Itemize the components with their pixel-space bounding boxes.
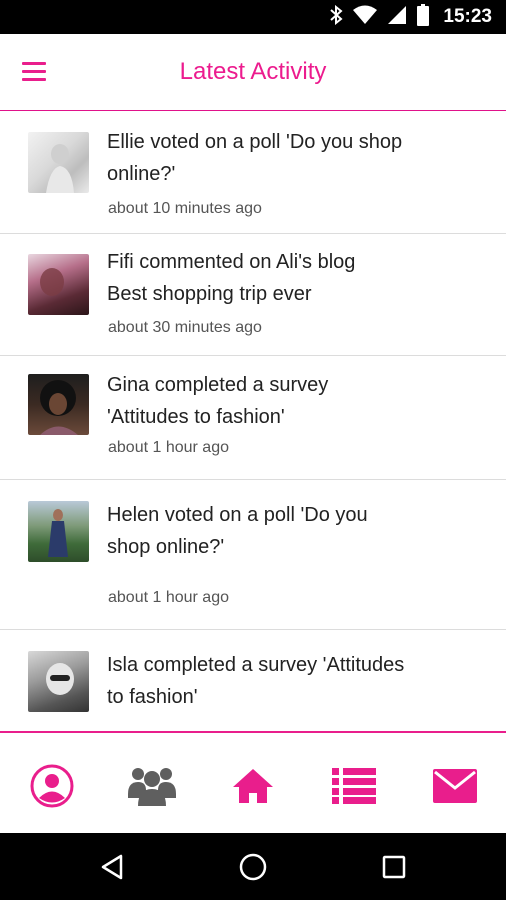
- activity-line: Best shopping trip ever: [107, 283, 312, 305]
- timestamp: about 1 hour ago: [108, 589, 229, 606]
- bottom-nav: [0, 731, 506, 835]
- wifi-icon: [353, 5, 378, 30]
- activity-line: Ellie voted on a poll 'Do you shop: [107, 131, 403, 153]
- avatar: [28, 374, 89, 435]
- list-item[interactable]: Ellie voted on a poll 'Do you shop onlin…: [0, 111, 506, 234]
- timestamp: about 1 hour ago: [108, 439, 229, 456]
- home-circle-icon[interactable]: [237, 851, 269, 883]
- avatar: [28, 501, 89, 562]
- status-time: 15:23: [443, 6, 492, 27]
- timestamp: about 30 minutes ago: [108, 319, 262, 336]
- app-header: Latest Activity: [0, 34, 506, 111]
- activity-line: Helen voted on a poll 'Do you: [107, 504, 368, 526]
- activity-text: Isla completed a survey 'Attitudes to fa…: [107, 649, 467, 713]
- recents-icon[interactable]: [378, 851, 410, 883]
- timestamp: about 10 minutes ago: [108, 200, 262, 217]
- home-icon[interactable]: [228, 761, 278, 811]
- avatar: [28, 132, 89, 193]
- activity-line: 'Attitudes to fashion': [107, 406, 285, 428]
- activity-text: Fifi commented on Ali's blog Best shoppi…: [107, 246, 467, 310]
- activity-text: Helen voted on a poll 'Do you shop onlin…: [107, 499, 467, 563]
- profile-icon[interactable]: [27, 761, 77, 811]
- group-icon[interactable]: [127, 761, 177, 811]
- activity-line: online?': [107, 163, 176, 185]
- activity-text: Gina completed a survey 'Attitudes to fa…: [107, 369, 467, 433]
- back-icon[interactable]: [97, 851, 129, 883]
- list-item[interactable]: Isla completed a survey 'Attitudes to fa…: [0, 629, 506, 731]
- activity-line: Isla completed a survey 'Attitudes: [107, 654, 405, 676]
- list-item[interactable]: Gina completed a survey 'Attitudes to fa…: [0, 355, 506, 480]
- avatar: [28, 254, 89, 315]
- list-item[interactable]: Fifi commented on Ali's blog Best shoppi…: [0, 233, 506, 356]
- mail-icon[interactable]: [430, 761, 480, 811]
- activity-line: Gina completed a survey: [107, 374, 329, 396]
- signal-icon: [387, 5, 407, 30]
- list-item[interactable]: Helen voted on a poll 'Do you shop onlin…: [0, 479, 506, 630]
- page-title: Latest Activity: [179, 58, 327, 85]
- bluetooth-icon: [329, 4, 343, 30]
- activity-line: to fashion': [107, 686, 198, 708]
- avatar: [28, 651, 89, 712]
- list-icon[interactable]: [329, 761, 379, 811]
- activity-line: Fifi commented on Ali's blog: [107, 251, 356, 273]
- status-bar: 15:23: [0, 0, 506, 34]
- activity-line: shop online?': [107, 536, 225, 558]
- system-nav-bar: [0, 833, 506, 900]
- activity-feed: Ellie voted on a poll 'Do you shop onlin…: [0, 111, 506, 731]
- battery-icon: [417, 3, 430, 31]
- activity-text: Ellie voted on a poll 'Do you shop onlin…: [107, 126, 467, 190]
